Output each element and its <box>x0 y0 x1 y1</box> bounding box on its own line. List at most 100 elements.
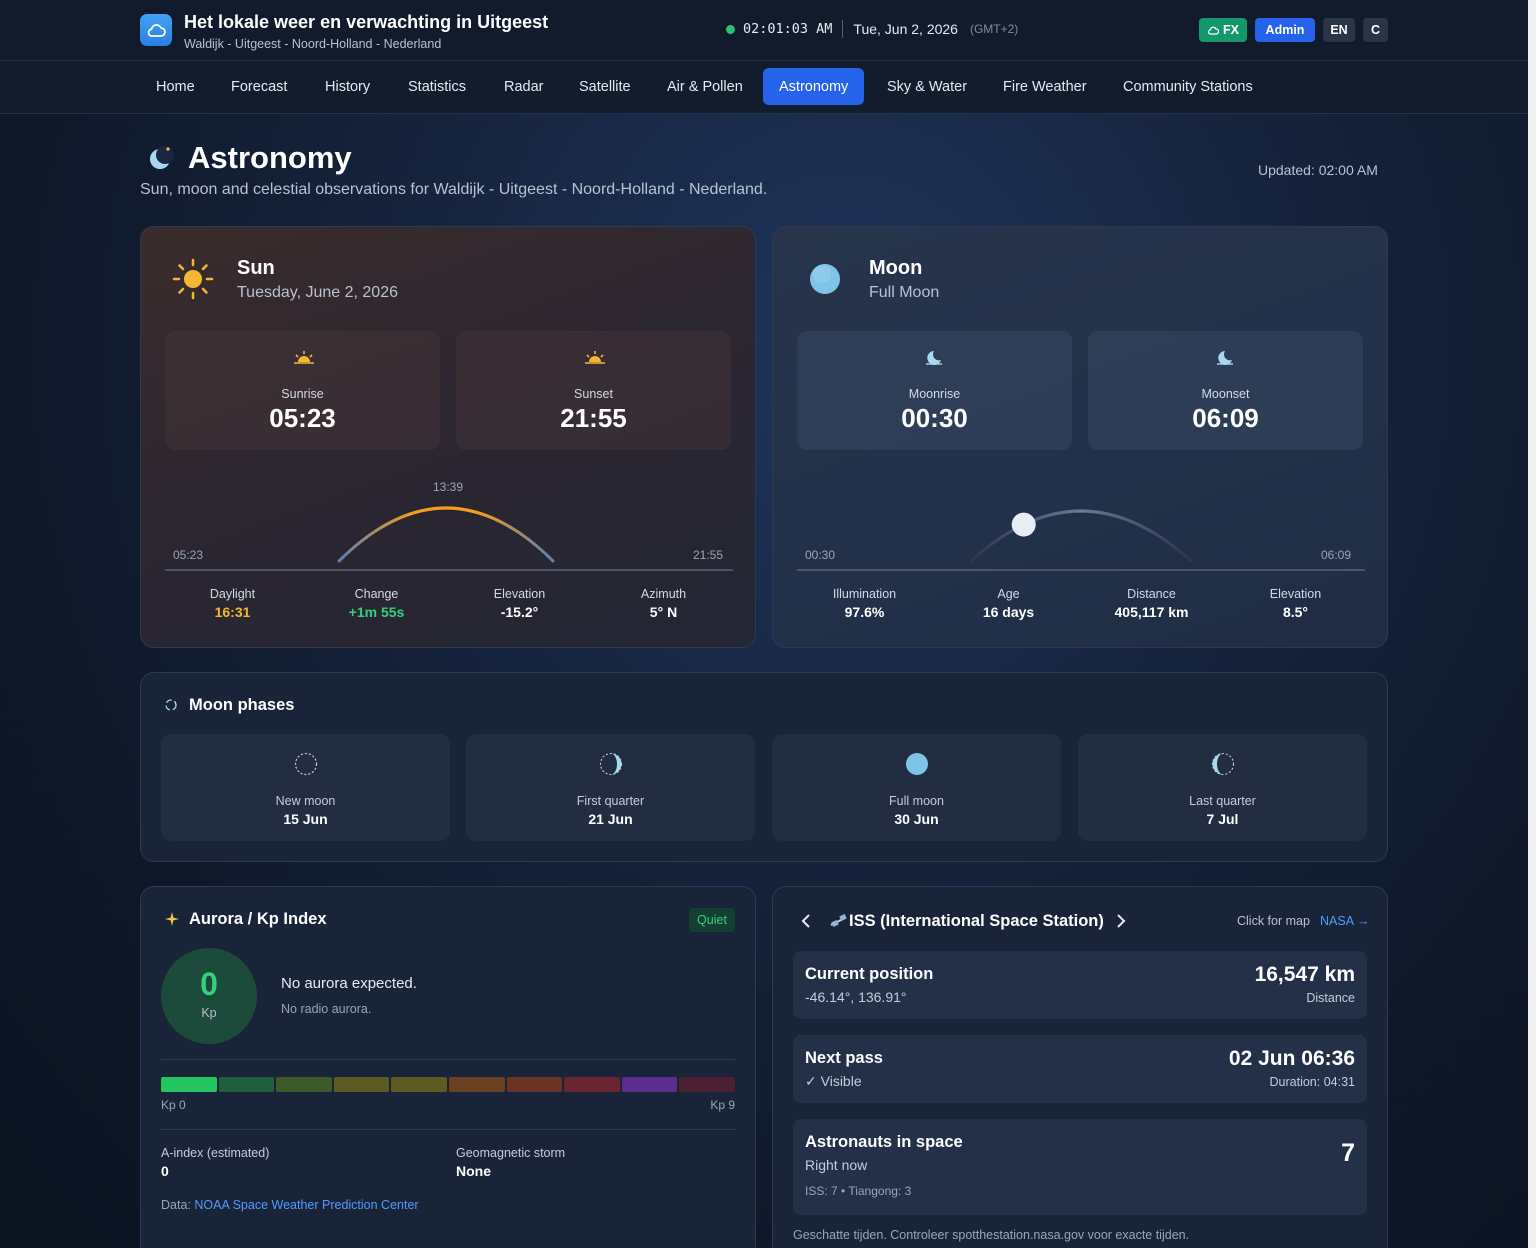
phase-name: New moon <box>275 794 336 808</box>
tab-fire-weather[interactable]: Fire Weather <box>987 68 1103 105</box>
app-title: Het lokale weer en verwachting in Uitgee… <box>184 12 549 32</box>
phase-date: 7 Jul <box>1206 811 1239 827</box>
azimuth-value: 5° N <box>649 604 678 620</box>
position-title: Current position <box>805 965 934 983</box>
cloud-icon <box>1208 26 1219 35</box>
aurora-title: Aurora / Kp Index <box>189 910 327 928</box>
storm-value: None <box>456 1163 491 1179</box>
moon-phases-title: Moon phases <box>189 696 295 714</box>
next-pass-title: Next pass <box>805 1049 883 1067</box>
phase-date: 21 Jun <box>588 811 633 827</box>
phase-name: First quarter <box>576 794 645 808</box>
divider <box>161 1129 735 1130</box>
illumination-stat: Illumination 97.6% <box>793 587 936 620</box>
clock-time: 02:01:03 AM <box>743 21 833 37</box>
phase-date: 15 Jun <box>283 811 328 827</box>
admin-button[interactable]: Admin <box>1255 18 1315 42</box>
tab-radar[interactable]: Radar <box>488 68 560 105</box>
kp-scale-bar <box>161 1077 735 1092</box>
first-quarter-icon <box>599 752 623 781</box>
astronauts-title: Astronauts in space <box>805 1133 963 1151</box>
sun-path-arc <box>337 506 555 563</box>
clock: 02:01:03 AM Tue, Jun 2, 2026 (GMT+2) <box>726 20 1018 38</box>
satellite-icon <box>829 913 849 933</box>
sun-elevation-label: Elevation <box>493 587 546 601</box>
divider <box>161 1059 735 1060</box>
moon-horizon-line <box>797 569 1365 571</box>
kp-scale-min: Kp 0 <box>161 1098 186 1112</box>
illumination-label: Illumination <box>832 587 897 601</box>
nasa-link[interactable]: NASA → <box>1320 914 1369 928</box>
kp-gauge: 0 Kp <box>161 948 257 1044</box>
sun-elevation-value: -15.2° <box>500 604 539 620</box>
sunset-tile: Sunset 21:55 <box>456 331 731 450</box>
sunrise-icon <box>293 350 315 371</box>
moon-age-stat: Age 16 days <box>937 587 1080 620</box>
sun-horizon-line <box>165 569 733 571</box>
phase-name: Full moon <box>889 794 944 808</box>
phase-tile-full-moon: Full moon 30 Jun <box>772 734 1061 841</box>
daylight-value: 16:31 <box>214 604 251 620</box>
iss-footnote: Geschatte tijden. Controleer spotthestat… <box>793 1228 1190 1242</box>
scrollbar[interactable] <box>1528 0 1536 1248</box>
kp-scale-segment-5 <box>448 1077 505 1092</box>
fx-button[interactable]: FX <box>1199 18 1247 42</box>
kp-scale-segment-3 <box>333 1077 390 1092</box>
iss-next-pass-row: Next pass ✓ Visible 02 Jun 06:36 Duratio… <box>793 1035 1367 1103</box>
phase-name: Last quarter <box>1189 794 1256 808</box>
moon-arc-start: 00:30 <box>805 548 836 562</box>
kp-scale-segment-6 <box>506 1077 563 1092</box>
moonset-icon <box>1216 350 1234 371</box>
tab-sky-water[interactable]: Sky & Water <box>871 68 983 105</box>
moon-age-value: 16 days <box>982 604 1035 620</box>
iss-title: ISS (International Space Station) <box>849 912 1104 930</box>
click-for-map[interactable]: Click for map <box>1237 914 1310 928</box>
moonrise-tile: Moonrise 00:30 <box>797 331 1072 450</box>
moonrise-label: Moonrise <box>908 387 961 401</box>
sunset-label: Sunset <box>574 387 613 401</box>
daylight-stat: Daylight 16:31 <box>161 587 304 620</box>
chevron-right-icon[interactable] <box>1116 913 1126 934</box>
storm-label: Geomagnetic storm <box>456 1146 566 1160</box>
clock-date: Tue, Jun 2, 2026 <box>853 21 958 37</box>
sunrise-tile: Sunrise 05:23 <box>165 331 440 450</box>
tab-home[interactable]: Home <box>140 68 211 105</box>
astronauts-sub: Right now <box>805 1157 868 1173</box>
last-quarter-icon <box>1211 752 1235 781</box>
app-location: Waldijk - Uitgeest - Noord-Holland - Ned… <box>184 37 442 51</box>
tab-air-pollen[interactable]: Air & Pollen <box>651 68 759 105</box>
moon-position-marker <box>1011 512 1036 537</box>
tab-satellite[interactable]: Satellite <box>563 68 647 105</box>
aurora-card: Aurora / Kp Index Quiet 0 Kp No aurora e… <box>140 886 756 1248</box>
kp-scale-segment-7 <box>564 1077 620 1092</box>
next-pass-status: ✓ Visible <box>805 1073 862 1089</box>
moon-phase-name: Full Moon <box>869 284 940 301</box>
aurora-source: Data: NOAA Space Weather Prediction Cent… <box>161 1198 419 1212</box>
moon-elevation-stat: Elevation 8.5° <box>1224 587 1367 620</box>
chevron-left-icon[interactable] <box>801 913 811 934</box>
clock-divider <box>842 20 844 38</box>
tab-history[interactable]: History <box>309 68 386 105</box>
tab-statistics[interactable]: Statistics <box>392 68 482 105</box>
next-pass-duration: Duration: 04:31 <box>1269 1075 1355 1089</box>
language-button[interactable]: EN <box>1323 18 1355 42</box>
kp-value: 0 <box>200 966 218 1002</box>
astronauts-detail: ISS: 7 • Tiangong: 3 <box>805 1184 912 1198</box>
aurora-message: No aurora expected. <box>281 975 417 992</box>
tab-astronomy[interactable]: Astronomy <box>763 68 865 105</box>
moon-distance-label: Distance <box>1127 587 1176 601</box>
moonset-tile: Moonset 06:09 <box>1088 331 1363 450</box>
position-coords: -46.14°, 136.91° <box>805 989 907 1005</box>
unit-toggle-button[interactable]: C <box>1363 18 1388 42</box>
noaa-link[interactable]: NOAA Space Weather Prediction Center <box>194 1198 418 1212</box>
cloud-logo-icon[interactable] <box>140 14 172 46</box>
tab-community-stations[interactable]: Community Stations <box>1107 68 1269 105</box>
phase-tile-last-quarter: Last quarter 7 Jul <box>1078 734 1367 841</box>
full-moon-icon <box>905 752 929 781</box>
page-subtitle: Sun, moon and celestial observations for… <box>140 181 768 198</box>
sun-card: Sun Tuesday, June 2, 2026 Sunrise 05:23 … <box>140 226 756 648</box>
sun-title: Sun <box>237 257 275 279</box>
astronauts-count: 7 <box>1341 1139 1355 1167</box>
sparkle-icon <box>165 912 179 931</box>
tab-forecast[interactable]: Forecast <box>215 68 303 105</box>
